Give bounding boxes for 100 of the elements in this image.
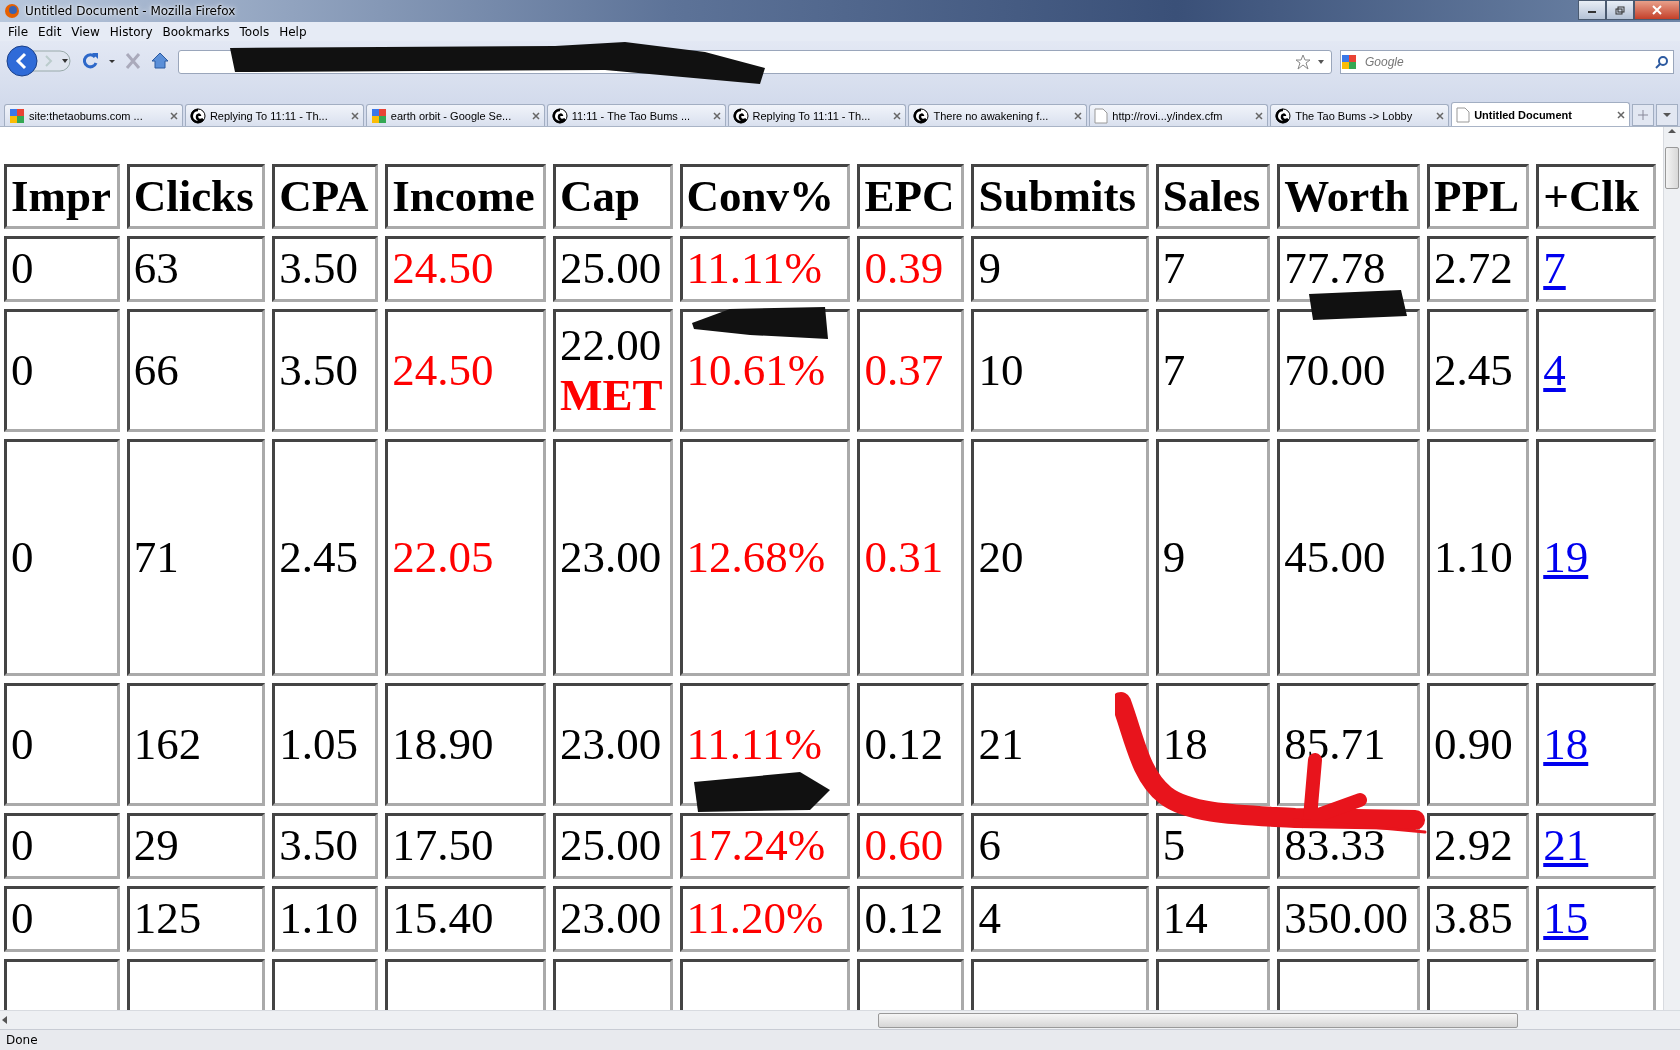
browser-tab[interactable]: Replying To 11:11 - Th... [727,104,907,126]
table-cell: 0 [11,718,34,769]
table-cell: 23.00 [559,718,662,769]
close-button[interactable] [1634,0,1680,20]
cell-link[interactable]: 18 [1543,718,1589,769]
dropdown-arrow-icon [1663,112,1671,118]
table-cell: 1.05 [279,718,358,769]
column-header: +Clk [1536,164,1656,229]
swirl-icon [732,107,749,124]
table-cell: 25.00 [559,243,662,294]
column-header: Conv% [679,164,851,229]
close-icon[interactable] [1074,111,1083,120]
page-icon [1456,106,1471,123]
table-cell: 45.00 [1284,531,1386,582]
table-cell: 0.39 [864,243,944,294]
close-icon[interactable] [1617,110,1625,119]
table-cell: 162 [133,718,202,769]
table-cell: 11.20% [686,893,824,944]
browser-tab[interactable]: earth orbit - Google Se... [365,104,545,126]
close-icon [1652,5,1662,15]
table-cell: 77.78 [1284,243,1386,294]
menu-item[interactable]: Bookmarks [158,24,234,39]
firefox-icon [4,3,20,19]
table-cell: 14 [1162,893,1208,944]
menu-item[interactable]: Tools [235,24,274,39]
table-cell: 0 [11,531,34,582]
table-cell: 3.85 [1433,893,1513,944]
cell-link[interactable]: 19 [1543,531,1589,582]
menu-item[interactable]: Edit [34,24,66,39]
table-cell: 7 [1162,243,1186,294]
table-cell: 11.11% [686,718,822,769]
close-icon[interactable] [712,111,721,120]
table-cell: 66 [133,344,179,395]
column-header: Sales [1155,164,1271,229]
table-cell: 0.12 [864,718,944,769]
cell-link[interactable]: 4 [1543,344,1566,395]
table-cell: 7 [1162,344,1186,395]
column-header: Clicks [126,164,266,229]
swirl-icon [189,107,206,124]
browser-tab[interactable]: Untitled Document [1451,102,1630,126]
scrollbar-thumb[interactable] [878,1012,1518,1028]
column-header: Worth [1277,164,1420,229]
table-cell: 0 [11,893,34,944]
minimize-button[interactable] [1578,0,1606,20]
tab-list-button[interactable] [1656,104,1678,126]
table-cell: 24.50 [392,344,494,395]
table-cell: 3.50 [279,344,358,395]
table-cell: 22.00 [559,320,662,370]
table-cell: 0.31 [864,531,944,582]
table-cell: 0.12 [864,893,944,944]
menu-item[interactable]: History [105,24,157,39]
table-cell: 9 [978,243,1001,294]
column-header: Submits [971,164,1149,229]
close-icon[interactable] [893,111,902,120]
column-header: EPC [857,164,965,229]
menu-item[interactable]: View [67,24,104,39]
dropdown-arrow-icon[interactable] [1317,58,1325,66]
restore-button[interactable] [1606,0,1634,20]
table-cell: 2.45 [1433,344,1513,395]
table-cell: 1.10 [1433,531,1513,582]
browser-tab[interactable]: Replying To 11:11 - Th... [184,104,364,126]
close-icon[interactable] [169,111,178,120]
browser-tab[interactable]: site:thetaobums.com ... [4,104,183,126]
table-cell: 25.00 [559,820,662,871]
browser-tab[interactable]: http://rovi...y/index.cfm [1089,104,1269,126]
cell-link[interactable]: 7 [1543,243,1566,294]
close-icon[interactable] [531,111,540,120]
table-cell: 1.10 [279,893,358,944]
column-header: Impr [4,164,120,229]
menu-item[interactable]: Help [275,24,311,39]
table-cell: 10 [978,344,1024,395]
table-cell: 9 [1162,531,1186,582]
table-cell: 0.90 [1433,718,1513,769]
browser-tab[interactable]: There no awakening f... [908,104,1088,126]
browser-tab[interactable]: 11:11 - The Tao Bums ... [546,104,726,126]
column-header: PPL [1426,164,1530,229]
table-cell: 0.60 [864,820,944,871]
scroll-left-icon[interactable] [0,1015,10,1025]
table-cell: 22.05 [392,531,494,582]
search-input[interactable]: Google [1363,54,1655,70]
table-cell: 29 [133,820,179,871]
page-icon [1094,107,1109,124]
menu-item[interactable]: File [4,24,33,39]
google-icon [370,107,387,124]
search-field[interactable]: Google [1340,50,1674,74]
close-icon[interactable] [350,111,359,120]
close-icon[interactable] [1436,111,1445,120]
back-button[interactable] [6,45,72,77]
plus-icon [1638,110,1648,120]
bookmark-star-icon[interactable] [1295,54,1311,70]
table-cell: 70.00 [1284,344,1386,395]
table-cell: 0.37 [864,344,944,395]
google-icon [1341,54,1357,70]
table-cell: 18 [1162,718,1208,769]
scrollbar-thumb[interactable] [1665,147,1679,189]
table-cell: 23.00 [559,893,662,944]
browser-tab[interactable]: The Tao Bums -> Lobby [1270,104,1450,126]
close-icon[interactable] [1255,111,1264,120]
search-icon[interactable] [1655,55,1669,69]
table-cell: 0 [11,820,34,871]
